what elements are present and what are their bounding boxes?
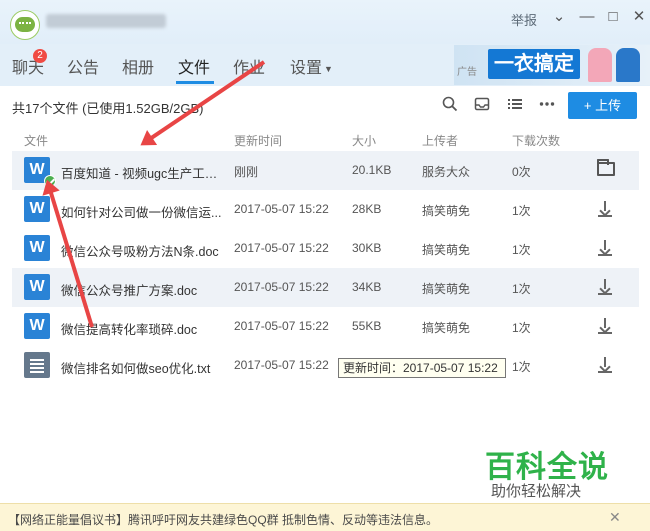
file-row[interactable]: 微信排名如何做seo优化.txt 2017-05-07 15:22 1次 — [12, 346, 639, 385]
inbox-icon[interactable] — [473, 96, 491, 114]
notice-text[interactable]: 【网络正能量倡议书】腾讯呼吁网友共建绿色QQ群 抵制色情、反动等违法信息。 — [8, 511, 438, 528]
list-view-icon[interactable] — [506, 96, 524, 114]
file-size: 28KB — [352, 202, 382, 216]
file-table-header: 文件 更新时间 大小 上传者 下载次数 — [0, 128, 650, 150]
file-toolbar: 共17个文件 (已使用1.52GB/2GB) + 上传 — [0, 86, 650, 124]
file-time: 2017-05-07 15:22 — [234, 280, 329, 294]
unread-badge: 2 — [33, 49, 47, 63]
text-file-icon — [24, 352, 50, 378]
file-name[interactable]: 微信提高转化率琐碎.doc — [61, 319, 226, 338]
file-time: 2017-05-07 15:22 — [234, 319, 329, 333]
file-name[interactable]: 微信排名如何做seo优化.txt — [61, 358, 226, 377]
close-button[interactable]: ✕ — [628, 6, 650, 28]
file-uploader: 搞笑萌免 — [422, 243, 471, 257]
file-downloads: 1次 — [512, 243, 531, 257]
file-uploader: 搞笑萌免 — [422, 321, 471, 335]
chevron-down-icon[interactable]: ⌄ — [548, 6, 570, 28]
column-header-size[interactable]: 大小 — [352, 132, 376, 149]
close-icon[interactable]: ✕ — [609, 509, 621, 526]
file-row[interactable]: 微信提高转化率琐碎.doc 2017-05-07 15:22 55KB 搞笑萌免… — [12, 307, 639, 346]
file-uploader: 服务大众 — [422, 165, 471, 179]
file-uploader: 搞笑萌免 — [422, 282, 471, 296]
word-file-icon — [24, 196, 50, 222]
plus-icon: + — [583, 98, 592, 113]
more-icon[interactable] — [538, 96, 556, 114]
tab-announcements[interactable]: 公告 — [67, 54, 99, 78]
tab-settings[interactable]: 设置 ▼ — [290, 54, 333, 78]
caret-down-icon: ▼ — [324, 63, 333, 74]
title-bar: 举报 ⌄ — □ ✕ — [0, 0, 650, 44]
notice-bar: 【网络正能量倡议书】腾讯呼吁网友共建绿色QQ群 抵制色情、反动等违法信息。 ✕ — [0, 503, 650, 531]
tab-album[interactable]: 相册 — [122, 54, 154, 78]
ad-text: 一衣搞定 — [488, 49, 580, 79]
file-downloads: 1次 — [512, 360, 531, 374]
file-time: 刚刚 — [234, 165, 259, 179]
file-name[interactable]: 微信公众号吸粉方法N条.doc — [61, 241, 226, 260]
pink-jacket-image — [588, 48, 612, 82]
file-time: 2017-05-07 15:22 — [234, 241, 329, 255]
upload-button[interactable]: + 上传 — [568, 92, 637, 119]
file-row[interactable]: 如何针对公司做一份微信运... 2017-05-07 15:22 28KB 搞笑… — [12, 190, 639, 229]
group-avatar[interactable] — [10, 10, 40, 40]
file-name[interactable]: 如何针对公司做一份微信运... — [61, 202, 226, 221]
download-icon[interactable] — [597, 356, 613, 374]
file-size: 55KB — [352, 319, 382, 333]
file-size: 30KB — [352, 241, 382, 255]
download-icon[interactable] — [597, 239, 613, 257]
file-downloads: 1次 — [512, 282, 531, 296]
word-file-icon — [24, 313, 50, 339]
folder-icon[interactable] — [597, 159, 615, 176]
watermark-subtitle: 助你轻松解决 — [491, 483, 582, 500]
file-row[interactable]: 微信公众号推广方案.doc 2017-05-07 15:22 34KB 搞笑萌免… — [12, 268, 639, 307]
file-count: 共17个文件 (已使用1.52GB/2GB) — [12, 101, 204, 116]
file-downloads: 1次 — [512, 321, 531, 335]
tab-files[interactable]: 文件 — [178, 54, 210, 78]
ad-tag: 广告 — [457, 67, 477, 78]
report-link[interactable]: 举报 — [511, 10, 537, 29]
file-row[interactable]: 微信公众号吸粉方法N条.doc 2017-05-07 15:22 30KB 搞笑… — [12, 229, 639, 268]
download-icon[interactable] — [597, 200, 613, 218]
column-header-time[interactable]: 更新时间 — [234, 132, 282, 149]
file-time: 2017-05-07 15:22 — [234, 358, 329, 372]
file-size: 20.1KB — [352, 163, 392, 177]
minimize-button[interactable]: — — [576, 6, 598, 28]
file-time: 2017-05-07 15:22 — [234, 202, 329, 216]
file-name[interactable]: 百度知道 - 视频ugc生产工作... — [61, 163, 226, 182]
ad-banner[interactable]: 广告 一衣搞定 — [454, 45, 650, 85]
download-icon[interactable] — [597, 278, 613, 296]
file-name[interactable]: 微信公众号推广方案.doc — [61, 280, 226, 299]
search-icon[interactable] — [441, 96, 459, 114]
maximize-button[interactable]: □ — [602, 6, 624, 28]
group-name-blurred — [46, 14, 166, 28]
word-file-icon — [24, 235, 50, 261]
update-time-tooltip: 更新时间：2017-05-07 15:22 — [338, 358, 506, 378]
watermark: 百科全说 助你轻松解决 — [463, 438, 626, 504]
upload-label: 上传 — [595, 98, 622, 113]
column-header-file[interactable]: 文件 — [24, 132, 48, 149]
column-header-uploader[interactable]: 上传者 — [422, 132, 458, 149]
word-file-icon — [24, 274, 50, 300]
file-downloads: 0次 — [512, 165, 531, 179]
file-downloads: 1次 — [512, 204, 531, 218]
file-row[interactable]: 百度知道 - 视频ugc生产工作... 刚刚 20.1KB 服务大众 0次 — [12, 151, 639, 190]
column-header-downloads[interactable]: 下载次数 — [512, 132, 560, 149]
file-size: 34KB — [352, 280, 382, 294]
blue-jacket-image — [616, 48, 640, 82]
active-tab-indicator — [176, 81, 214, 84]
file-uploader: 搞笑萌免 — [422, 204, 471, 218]
download-icon[interactable] — [597, 317, 613, 335]
tab-settings-label: 设置 — [290, 60, 323, 77]
